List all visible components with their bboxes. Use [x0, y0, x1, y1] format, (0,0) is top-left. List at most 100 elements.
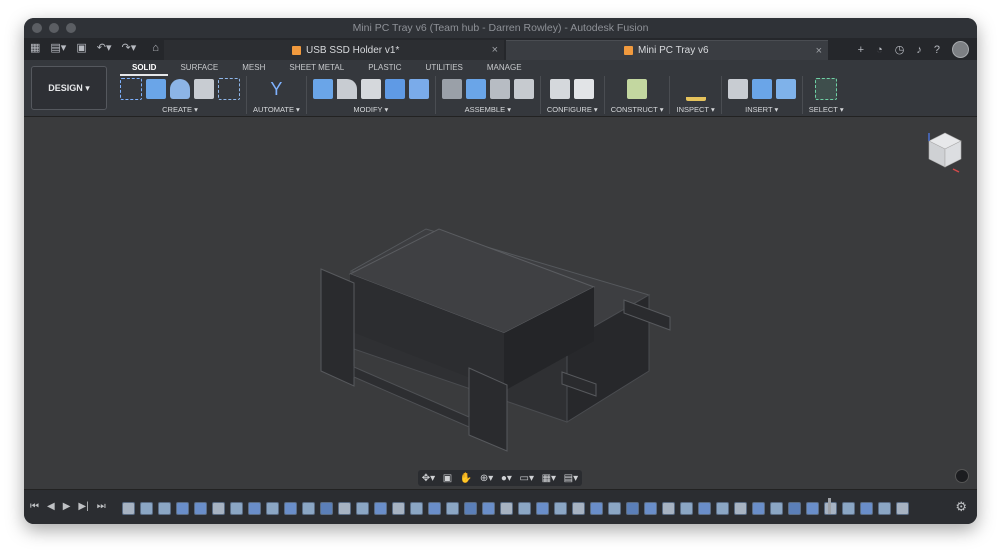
feature-icon[interactable] [320, 502, 333, 515]
app-grid-icon[interactable]: ▦ [30, 41, 40, 54]
feature-icon[interactable] [680, 502, 693, 515]
feature-icon[interactable] [626, 502, 639, 515]
joint-icon[interactable] [441, 79, 462, 99]
feature-icon[interactable] [266, 502, 279, 515]
redo-icon[interactable]: ↷▾ [121, 41, 136, 54]
fillet-icon[interactable] [336, 79, 357, 99]
tab-surface[interactable]: SURFACE [168, 62, 230, 74]
feature-icon[interactable] [230, 502, 243, 515]
feature-icon[interactable] [734, 502, 747, 515]
feature-icon[interactable] [122, 502, 135, 515]
feature-icon[interactable] [842, 502, 855, 515]
feature-icon[interactable] [644, 502, 657, 515]
feature-icon[interactable] [572, 502, 585, 515]
go-to-end-icon[interactable]: ⏭ [97, 501, 106, 512]
window-controls[interactable] [32, 23, 76, 33]
tab-solid[interactable]: SOLID [120, 62, 169, 76]
feature-icon[interactable] [698, 502, 711, 515]
group-label[interactable]: SELECT ▾ [809, 105, 844, 114]
look-at-icon[interactable]: ▣ [443, 473, 452, 484]
sketch-icon[interactable] [120, 78, 142, 100]
feature-icon[interactable] [806, 502, 819, 515]
group-label[interactable]: AUTOMATE ▾ [253, 105, 300, 114]
workspace-switcher-button[interactable]: DESIGN ▾ [31, 66, 107, 110]
configure-icon[interactable] [550, 79, 571, 99]
tab-sheet-metal[interactable]: SHEET METAL [277, 62, 356, 74]
revolve-icon[interactable] [170, 79, 190, 99]
feature-icon[interactable] [284, 502, 297, 515]
new-tab-icon[interactable]: + [858, 44, 864, 56]
view-cube[interactable] [925, 129, 965, 175]
pan-icon[interactable]: ✋ [460, 473, 472, 484]
hole-icon[interactable] [194, 79, 214, 99]
select-icon[interactable] [815, 78, 838, 100]
feature-icon[interactable] [338, 502, 351, 515]
visual-style-icon[interactable]: ●▾ [501, 473, 512, 484]
step-back-icon[interactable]: ◀ [47, 501, 55, 512]
gear-icon[interactable]: ⚙ [955, 499, 967, 515]
feature-icon[interactable] [356, 502, 369, 515]
automate-icon[interactable]: Y [266, 79, 286, 99]
joint-origin-icon[interactable] [513, 79, 534, 99]
group-label[interactable]: INSPECT ▾ [676, 105, 714, 114]
undo-icon[interactable]: ↶▾ [97, 41, 112, 54]
feature-icon[interactable] [860, 502, 873, 515]
model-render[interactable] [24, 117, 977, 489]
plane-icon[interactable] [627, 79, 648, 99]
group-label[interactable]: ASSEMBLE ▾ [465, 105, 511, 114]
feature-icon[interactable] [464, 502, 477, 515]
feature-icon[interactable] [374, 502, 387, 515]
go-to-start-icon[interactable]: ⏮ [30, 501, 39, 512]
group-label[interactable]: CONFIGURE ▾ [547, 105, 598, 114]
shell-icon[interactable] [360, 79, 381, 99]
split-icon[interactable] [408, 79, 429, 99]
document-tab-mini-pc-tray[interactable]: Mini PC Tray v6 × [506, 40, 828, 60]
feature-icon[interactable] [212, 502, 225, 515]
press-pull-icon[interactable] [312, 79, 333, 99]
avatar[interactable] [952, 41, 969, 58]
group-label[interactable]: CONSTRUCT ▾ [611, 105, 664, 114]
3d-viewport[interactable]: ✥▾ ▣ ✋ ⊕▾ ●▾ ▭▾ ▦▾ ▤▾ [24, 117, 977, 489]
job-status-icon[interactable]: ◷ [895, 43, 905, 56]
feature-icon[interactable] [392, 502, 405, 515]
feature-icon[interactable] [410, 502, 423, 515]
group-label[interactable]: INSERT ▾ [745, 105, 778, 114]
display-settings-icon[interactable]: ▭▾ [520, 473, 534, 484]
viewports-icon[interactable]: ▤▾ [564, 473, 578, 484]
minimize-window-button[interactable] [49, 23, 59, 33]
zoom-icon[interactable]: ⊕▾ [480, 473, 493, 484]
play-icon[interactable]: ▶ [63, 501, 71, 512]
insert-text-icon[interactable] [751, 79, 772, 99]
feature-icon[interactable] [878, 502, 891, 515]
feature-icon[interactable] [788, 502, 801, 515]
feature-icon[interactable] [608, 502, 621, 515]
feature-icon[interactable] [482, 502, 495, 515]
combine-icon[interactable] [384, 79, 405, 99]
feature-icon[interactable] [302, 502, 315, 515]
document-tab-usb-ssd-holder[interactable]: USB SSD Holder v1* × [164, 40, 504, 60]
feature-icon[interactable] [446, 502, 459, 515]
file-menu-icon[interactable]: ▤▾ [50, 41, 66, 54]
feature-icon[interactable] [590, 502, 603, 515]
feature-icon[interactable] [536, 502, 549, 515]
new-component-icon[interactable] [465, 79, 486, 99]
insert-image-icon[interactable] [775, 79, 796, 99]
feature-icon[interactable] [140, 502, 153, 515]
feature-icon[interactable] [896, 502, 909, 515]
extensions-icon[interactable]: ◔ [876, 44, 883, 56]
comments-icon[interactable] [955, 469, 969, 483]
feature-icon[interactable] [662, 502, 675, 515]
notifications-icon[interactable]: ♪ [916, 44, 922, 56]
close-window-button[interactable] [32, 23, 42, 33]
help-icon[interactable]: ? [934, 44, 940, 56]
tab-utilities[interactable]: UTILITIES [414, 62, 475, 74]
home-icon[interactable]: ⌂ [152, 42, 159, 54]
tab-mesh[interactable]: MESH [230, 62, 277, 74]
grid-icon[interactable]: ▦▾ [542, 473, 556, 484]
feature-icon[interactable] [428, 502, 441, 515]
tab-manage[interactable]: MANAGE [475, 62, 534, 74]
as-built-joint-icon[interactable] [489, 79, 510, 99]
tab-plastic[interactable]: PLASTIC [356, 62, 413, 74]
feature-icon[interactable] [248, 502, 261, 515]
group-label[interactable]: CREATE ▾ [162, 105, 198, 114]
